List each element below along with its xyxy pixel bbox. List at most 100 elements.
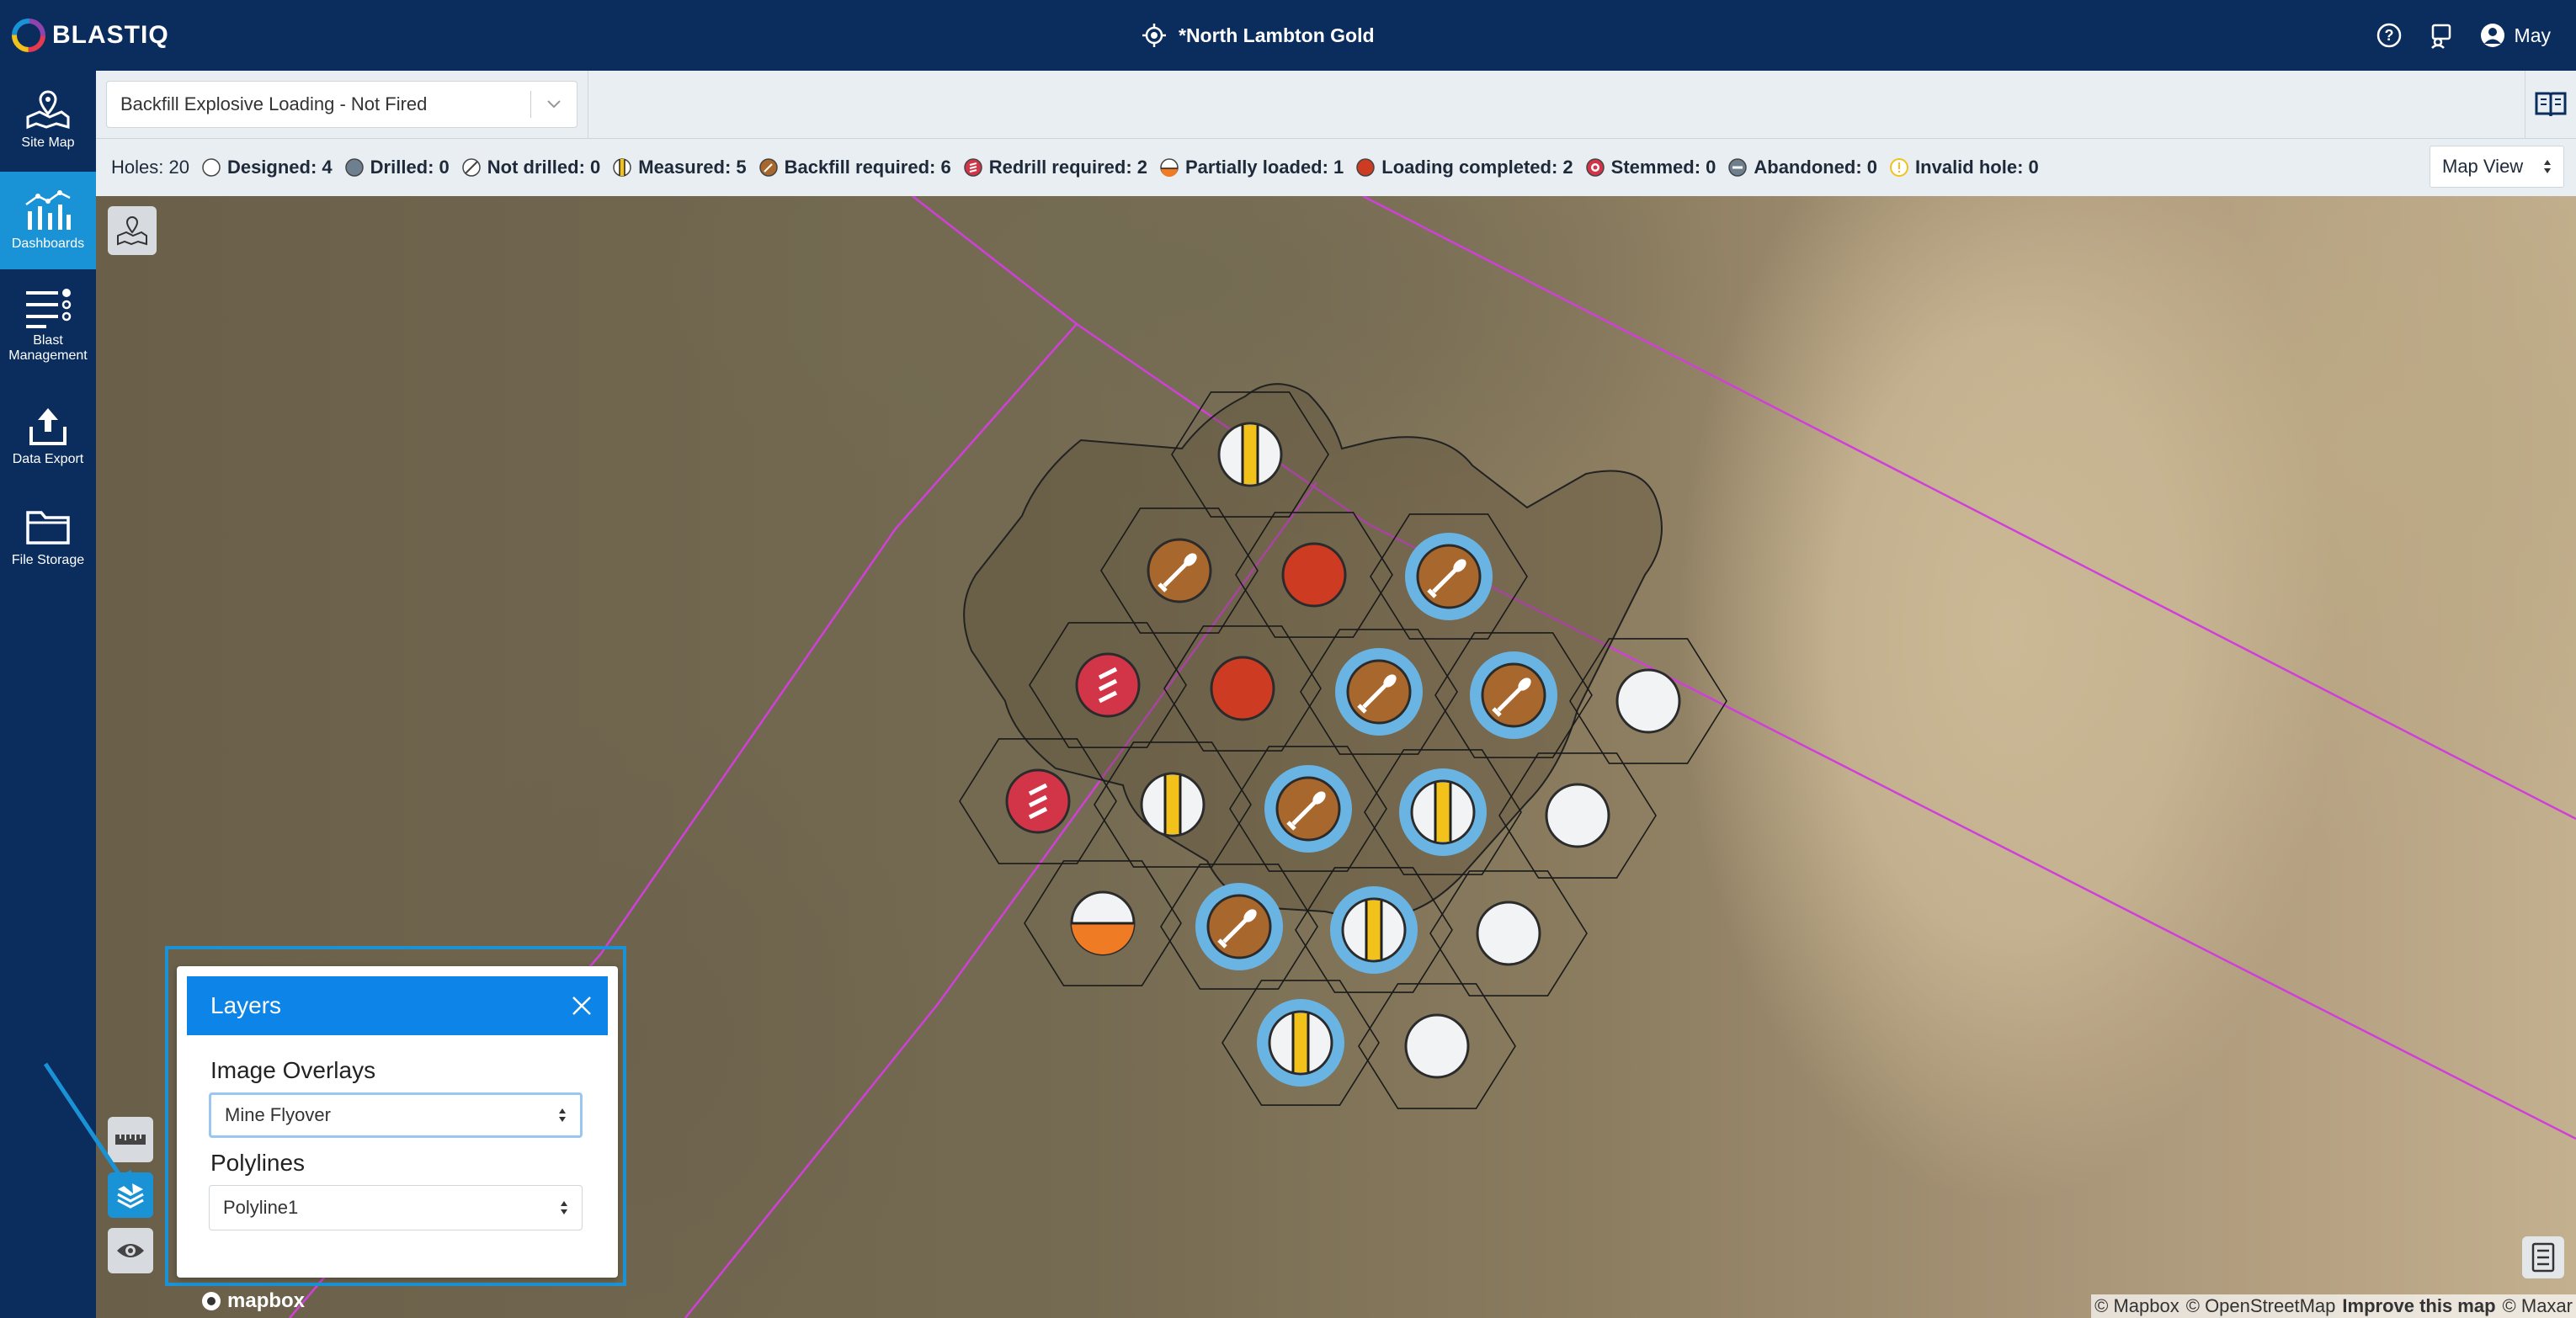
sidebar-item-label: Data Export (12, 452, 84, 466)
stat-measured-text: Measured: 5 (638, 157, 747, 178)
map-attribution: © Mapbox © OpenStreetMap Improve this ma… (2091, 1294, 2576, 1318)
layers-title: Layers (210, 992, 282, 1018)
blast-hole-backfill[interactable] (1470, 651, 1557, 739)
stat-abandoned: Abandoned: 0 (1727, 157, 1877, 178)
stat-invalid-hole: Invalid hole: 0 (1889, 157, 2039, 178)
attribution-maxar-link[interactable]: © Maxar (2503, 1295, 2573, 1317)
svg-text:?: ? (2384, 27, 2393, 44)
polyline-value: Polyline1 (223, 1197, 299, 1218)
measured-stripe (1435, 783, 1450, 842)
hole-body (1281, 542, 1347, 608)
blast-hole-designed[interactable] (1476, 901, 1541, 966)
redrill-icon (963, 158, 982, 177)
chevron-down-icon[interactable] (531, 99, 577, 109)
map-view-value: Map View (2442, 156, 2524, 177)
book-icon (2535, 92, 2567, 117)
stat-backfill-required: Backfill required: 6 (758, 157, 951, 178)
sidebar-item-label: Site Map (21, 136, 75, 150)
blast-hole-designed[interactable] (1404, 1013, 1470, 1079)
blast-hole-backfill[interactable] (1147, 538, 1212, 603)
blast-hole-measured[interactable] (1217, 422, 1283, 487)
hole-body (1404, 1013, 1470, 1079)
blast-hole-backfill[interactable] (1195, 883, 1283, 970)
stemmed-icon (1585, 158, 1605, 177)
site-map-toggle-button[interactable] (108, 206, 157, 255)
manual-book-button[interactable] (2525, 71, 2576, 138)
sidebar-item-dashboards[interactable]: Dashboards (0, 172, 96, 269)
close-icon[interactable] (571, 995, 593, 1017)
stat-backfill-text: Backfill required: 6 (784, 157, 951, 178)
user-avatar-icon[interactable]: May (2479, 21, 2551, 50)
blast-hole-designed[interactable] (1615, 668, 1681, 734)
site-map-icon (26, 90, 70, 130)
sidebar-item-label: Blast Management (8, 333, 88, 363)
stat-holes: Holes: 20 (111, 157, 189, 178)
designed-icon (202, 158, 221, 177)
attribution-mapbox-link[interactable]: © Mapbox (2094, 1295, 2179, 1317)
stat-stemmed: Stemmed: 0 (1585, 157, 1716, 178)
hole-body (1615, 668, 1681, 734)
blast-hole-loaded[interactable] (1210, 656, 1275, 721)
hole-body (1476, 901, 1541, 966)
sidebar-item-blast-management[interactable]: Blast Management (0, 276, 96, 374)
stat-partially-loaded-text: Partially loaded: 1 (1185, 157, 1344, 178)
image-overlay-select[interactable]: Mine Flyover (209, 1092, 583, 1138)
blast-hole-measured[interactable] (1399, 768, 1487, 856)
improve-map-link[interactable]: Improve this map (2342, 1295, 2495, 1317)
hole-body (1210, 656, 1275, 721)
stat-invalid-hole-text: Invalid hole: 0 (1915, 157, 2039, 178)
measured-stripe (1165, 775, 1180, 834)
image-overlay-value: Mine Flyover (225, 1104, 331, 1125)
location-target-icon (1142, 24, 1166, 47)
blast-hole-redrill[interactable] (1075, 652, 1141, 718)
measured-stripe (1293, 1013, 1308, 1072)
mapbox-logo-icon (202, 1292, 221, 1310)
top-bar: BLASTIQ *North Lambton Gold ? May (0, 0, 2576, 71)
stat-not-drilled: Not drilled: 0 (461, 157, 600, 178)
abandoned-icon (1728, 158, 1748, 177)
site-selector[interactable]: *North Lambton Gold (1142, 17, 1375, 54)
visibility-button[interactable] (108, 1228, 153, 1273)
stat-designed-text: Designed: 4 (226, 157, 333, 178)
legend-button[interactable] (2522, 1236, 2564, 1278)
stat-measured: Measured: 5 (612, 157, 747, 178)
sidebar-item-site-map[interactable]: Site Map (0, 71, 96, 168)
blast-filter-select[interactable]: Backfill Explosive Loading - Not Fired (106, 81, 577, 128)
hole-status-bar: Holes: 20 Designed: 4 Drilled: 0 Not dri… (96, 139, 2576, 196)
blast-hole-loaded[interactable] (1281, 542, 1347, 608)
attribution-osm-link[interactable]: © OpenStreetMap (2186, 1295, 2336, 1317)
warning-icon (1890, 158, 1909, 177)
blast-hole-partial[interactable] (1070, 890, 1136, 956)
stat-drilled-text: Drilled: 0 (370, 157, 450, 178)
layers-panel: Layers Image Overlays Mine Flyover Polyl… (177, 966, 618, 1278)
drilled-icon (344, 158, 364, 177)
mapbox-logo-text: mapbox (227, 1289, 306, 1312)
sidebar-item-file-storage[interactable]: File Storage (0, 488, 96, 586)
sidebar-item-data-export[interactable]: Data Export (0, 387, 96, 485)
stat-designed: Designed: 4 (201, 157, 333, 178)
blast-hole-backfill[interactable] (1264, 765, 1352, 853)
blast-hole-designed[interactable] (1545, 783, 1610, 848)
legend-list-icon (2531, 1242, 2555, 1273)
select-arrows-icon (559, 1108, 566, 1122)
blastiq-logo[interactable]: BLASTIQ (10, 15, 169, 56)
backfill-icon (758, 158, 778, 177)
annotation-arrow (43, 1062, 133, 1193)
select-arrows-icon (2544, 160, 2551, 173)
blast-hole-measured[interactable] (1140, 772, 1206, 837)
blast-hole-backfill[interactable] (1335, 648, 1423, 736)
polylines-label: Polylines (210, 1150, 306, 1176)
map-view-select[interactable]: Map View (2430, 146, 2564, 188)
blast-hole-measured[interactable] (1257, 999, 1344, 1087)
support-icon[interactable] (2427, 21, 2456, 50)
help-icon[interactable]: ? (2375, 21, 2403, 50)
stat-partially-loaded: Partially loaded: 1 (1159, 157, 1344, 178)
layers-header: Layers (187, 976, 608, 1035)
blast-hole-redrill[interactable] (1005, 768, 1071, 834)
stat-holes-text: Holes: 20 (111, 157, 189, 178)
mapbox-logo[interactable]: mapbox (200, 1289, 305, 1313)
polyline-select[interactable]: Polyline1 (209, 1185, 583, 1230)
blast-hole-backfill[interactable] (1405, 533, 1493, 620)
blast-hole-measured[interactable] (1330, 886, 1418, 974)
loading-completed-icon (1356, 158, 1376, 177)
